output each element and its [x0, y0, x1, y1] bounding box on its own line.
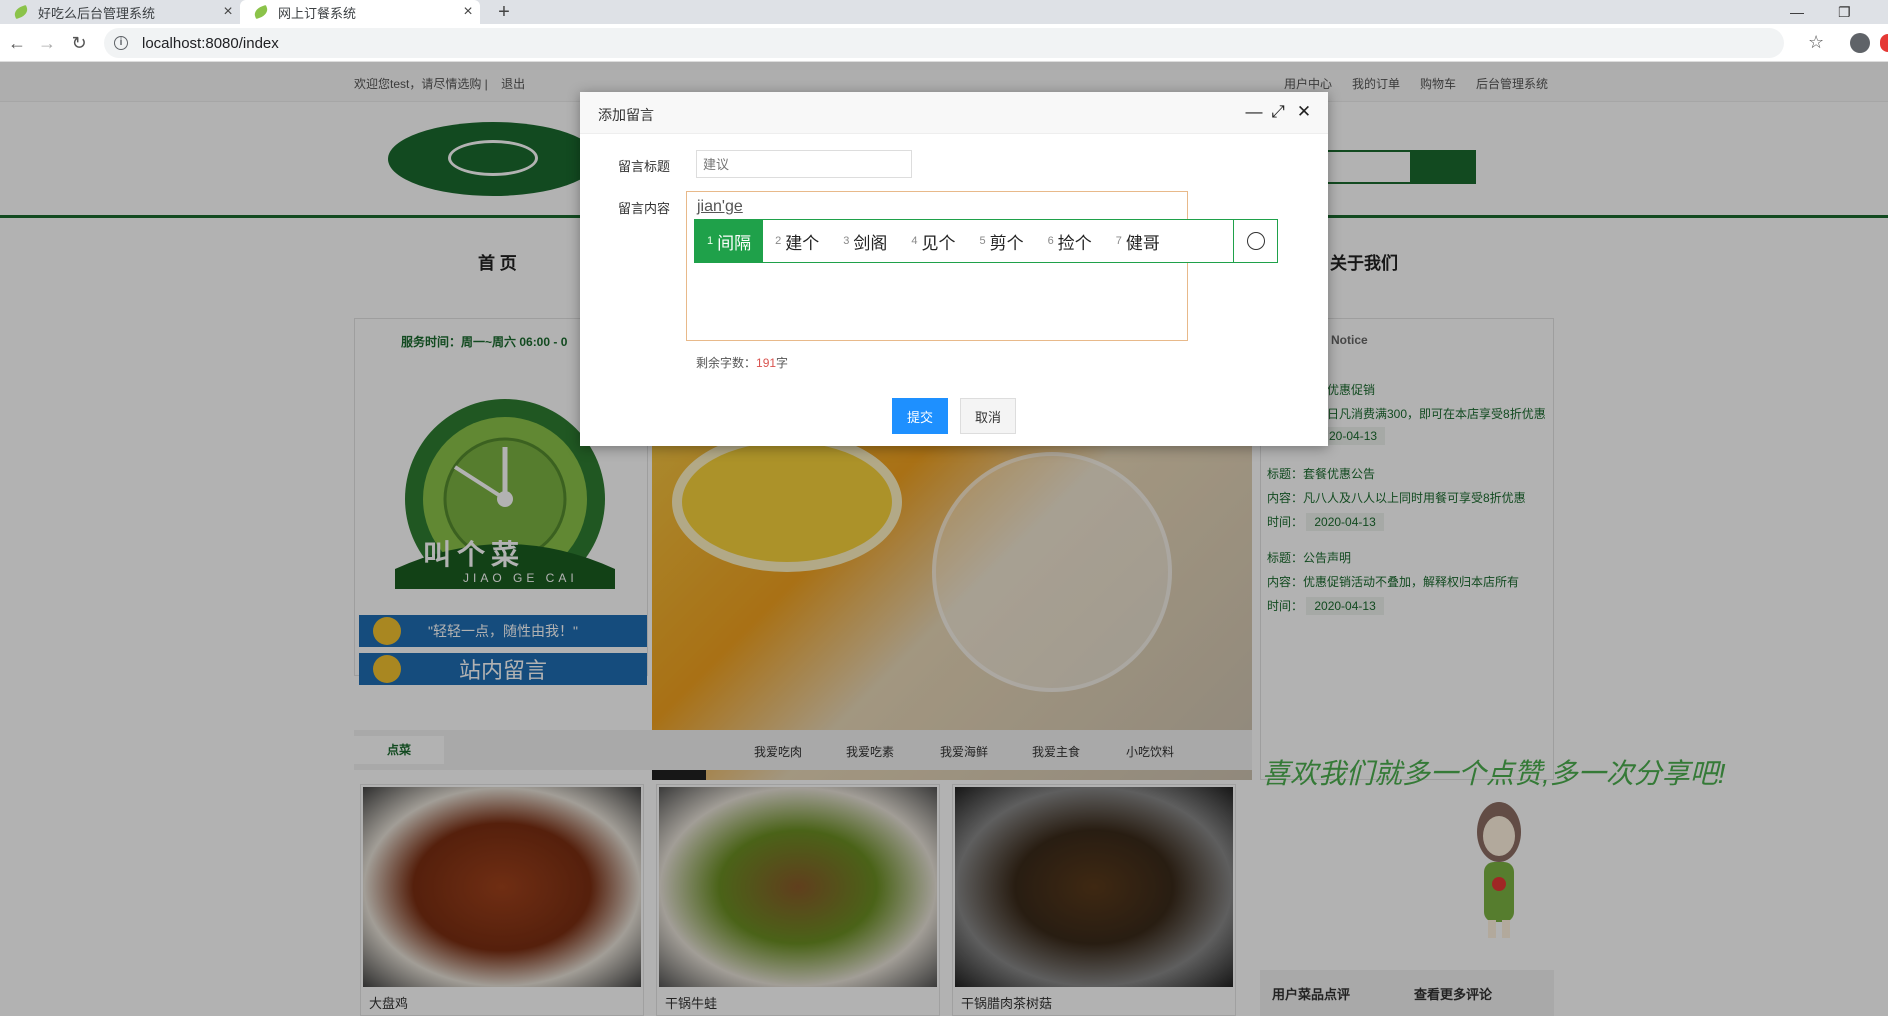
minimize-icon[interactable]: — — [1244, 102, 1264, 122]
remaining-label: 剩余字数： — [696, 356, 757, 370]
ime-candidate[interactable]: 1 间隔 — [695, 220, 764, 262]
browser-tab-bar: 好吃么后台管理系统 × 网上订餐系统 × + — ❐ — [0, 0, 1888, 24]
remaining-number: 191 — [756, 356, 777, 370]
star-icon[interactable]: ☆ — [1808, 32, 1824, 53]
url-input[interactable]: i localhost:8080/index — [104, 28, 1784, 58]
ime-candidate[interactable]: 2 建个 — [763, 220, 831, 262]
account-icon[interactable] — [1850, 33, 1870, 53]
new-tab-icon[interactable]: + — [492, 0, 516, 24]
dialog-header: 添加留言 — ⤢ ✕ — [580, 92, 1328, 134]
maximize-icon[interactable]: ⤢ — [1268, 102, 1288, 122]
ime-candidate[interactable]: 5 剪个 — [968, 220, 1036, 262]
back-icon[interactable]: ← — [6, 32, 28, 54]
leaf-icon — [252, 4, 270, 20]
add-message-dialog: 添加留言 — ⤢ ✕ 留言标题 留言内容 jian'ge 1间隔 2建个 3剑阁… — [580, 92, 1328, 446]
candidate-number: 2 — [775, 235, 782, 247]
reload-icon[interactable]: ↻ — [68, 32, 90, 54]
submit-button[interactable]: 提交 — [892, 398, 948, 434]
ime-composition-text: jian'ge — [697, 198, 743, 215]
emoji-icon[interactable] — [1233, 220, 1277, 262]
remaining-unit: 字 — [776, 356, 789, 370]
candidate-word: 建个 — [785, 233, 820, 253]
tab-title: 好吃么后台管理系统 — [38, 5, 156, 21]
info-icon[interactable]: i — [114, 36, 128, 50]
close-icon[interactable]: × — [456, 3, 480, 21]
candidate-number: 1 — [707, 235, 714, 247]
remaining-count: 剩余字数：191字 — [696, 354, 788, 371]
candidate-number: 7 — [1115, 235, 1122, 247]
ime-candidate[interactable]: 4 见个 — [899, 220, 967, 262]
candidate-number: 6 — [1047, 235, 1054, 247]
message-content-textarea[interactable]: jian'ge — [686, 191, 1188, 341]
ime-candidate[interactable]: 3 剑阁 — [831, 220, 899, 262]
candidate-number: 3 — [843, 235, 850, 247]
extension-icon[interactable] — [1880, 34, 1888, 52]
minimize-icon[interactable]: — — [1790, 0, 1804, 24]
candidate-word: 剑阁 — [853, 233, 888, 253]
candidate-number: 5 — [979, 235, 986, 247]
cancel-button[interactable]: 取消 — [960, 398, 1016, 434]
browser-tab-admin[interactable]: 好吃么后台管理系统 × — [0, 0, 240, 24]
message-title-input[interactable] — [696, 150, 912, 178]
ime-candidate-bar: 1 间隔 2 建个 3 剑阁 4 见个 5 剪个 6 捡个 7 健哥 — [694, 219, 1278, 263]
url-text: localhost:8080/index — [142, 34, 279, 52]
close-icon[interactable]: ✕ — [1294, 102, 1314, 122]
tab-title: 网上订餐系统 — [278, 5, 357, 21]
candidate-word: 间隔 — [717, 233, 752, 253]
address-bar: ← → ↻ i localhost:8080/index ☆ — [0, 24, 1888, 62]
ime-candidate[interactable]: 6 捡个 — [1036, 220, 1104, 262]
browser-tab-ordering[interactable]: 网上订餐系统 × — [240, 0, 480, 24]
leaf-icon — [12, 4, 30, 20]
candidate-word: 剪个 — [989, 233, 1024, 253]
title-label: 留言标题 — [618, 159, 671, 174]
close-icon[interactable]: × — [216, 3, 240, 21]
content-label: 留言内容 — [618, 201, 671, 216]
candidate-word: 捡个 — [1057, 233, 1092, 253]
forward-icon[interactable]: → — [36, 32, 58, 54]
ime-candidate[interactable]: 7 健哥 — [1104, 220, 1172, 262]
dialog-title: 添加留言 — [598, 107, 654, 123]
candidate-word: 健哥 — [1125, 233, 1160, 253]
candidate-word: 见个 — [921, 233, 956, 253]
candidate-number: 4 — [911, 235, 918, 247]
restore-icon[interactable]: ❐ — [1838, 0, 1851, 24]
